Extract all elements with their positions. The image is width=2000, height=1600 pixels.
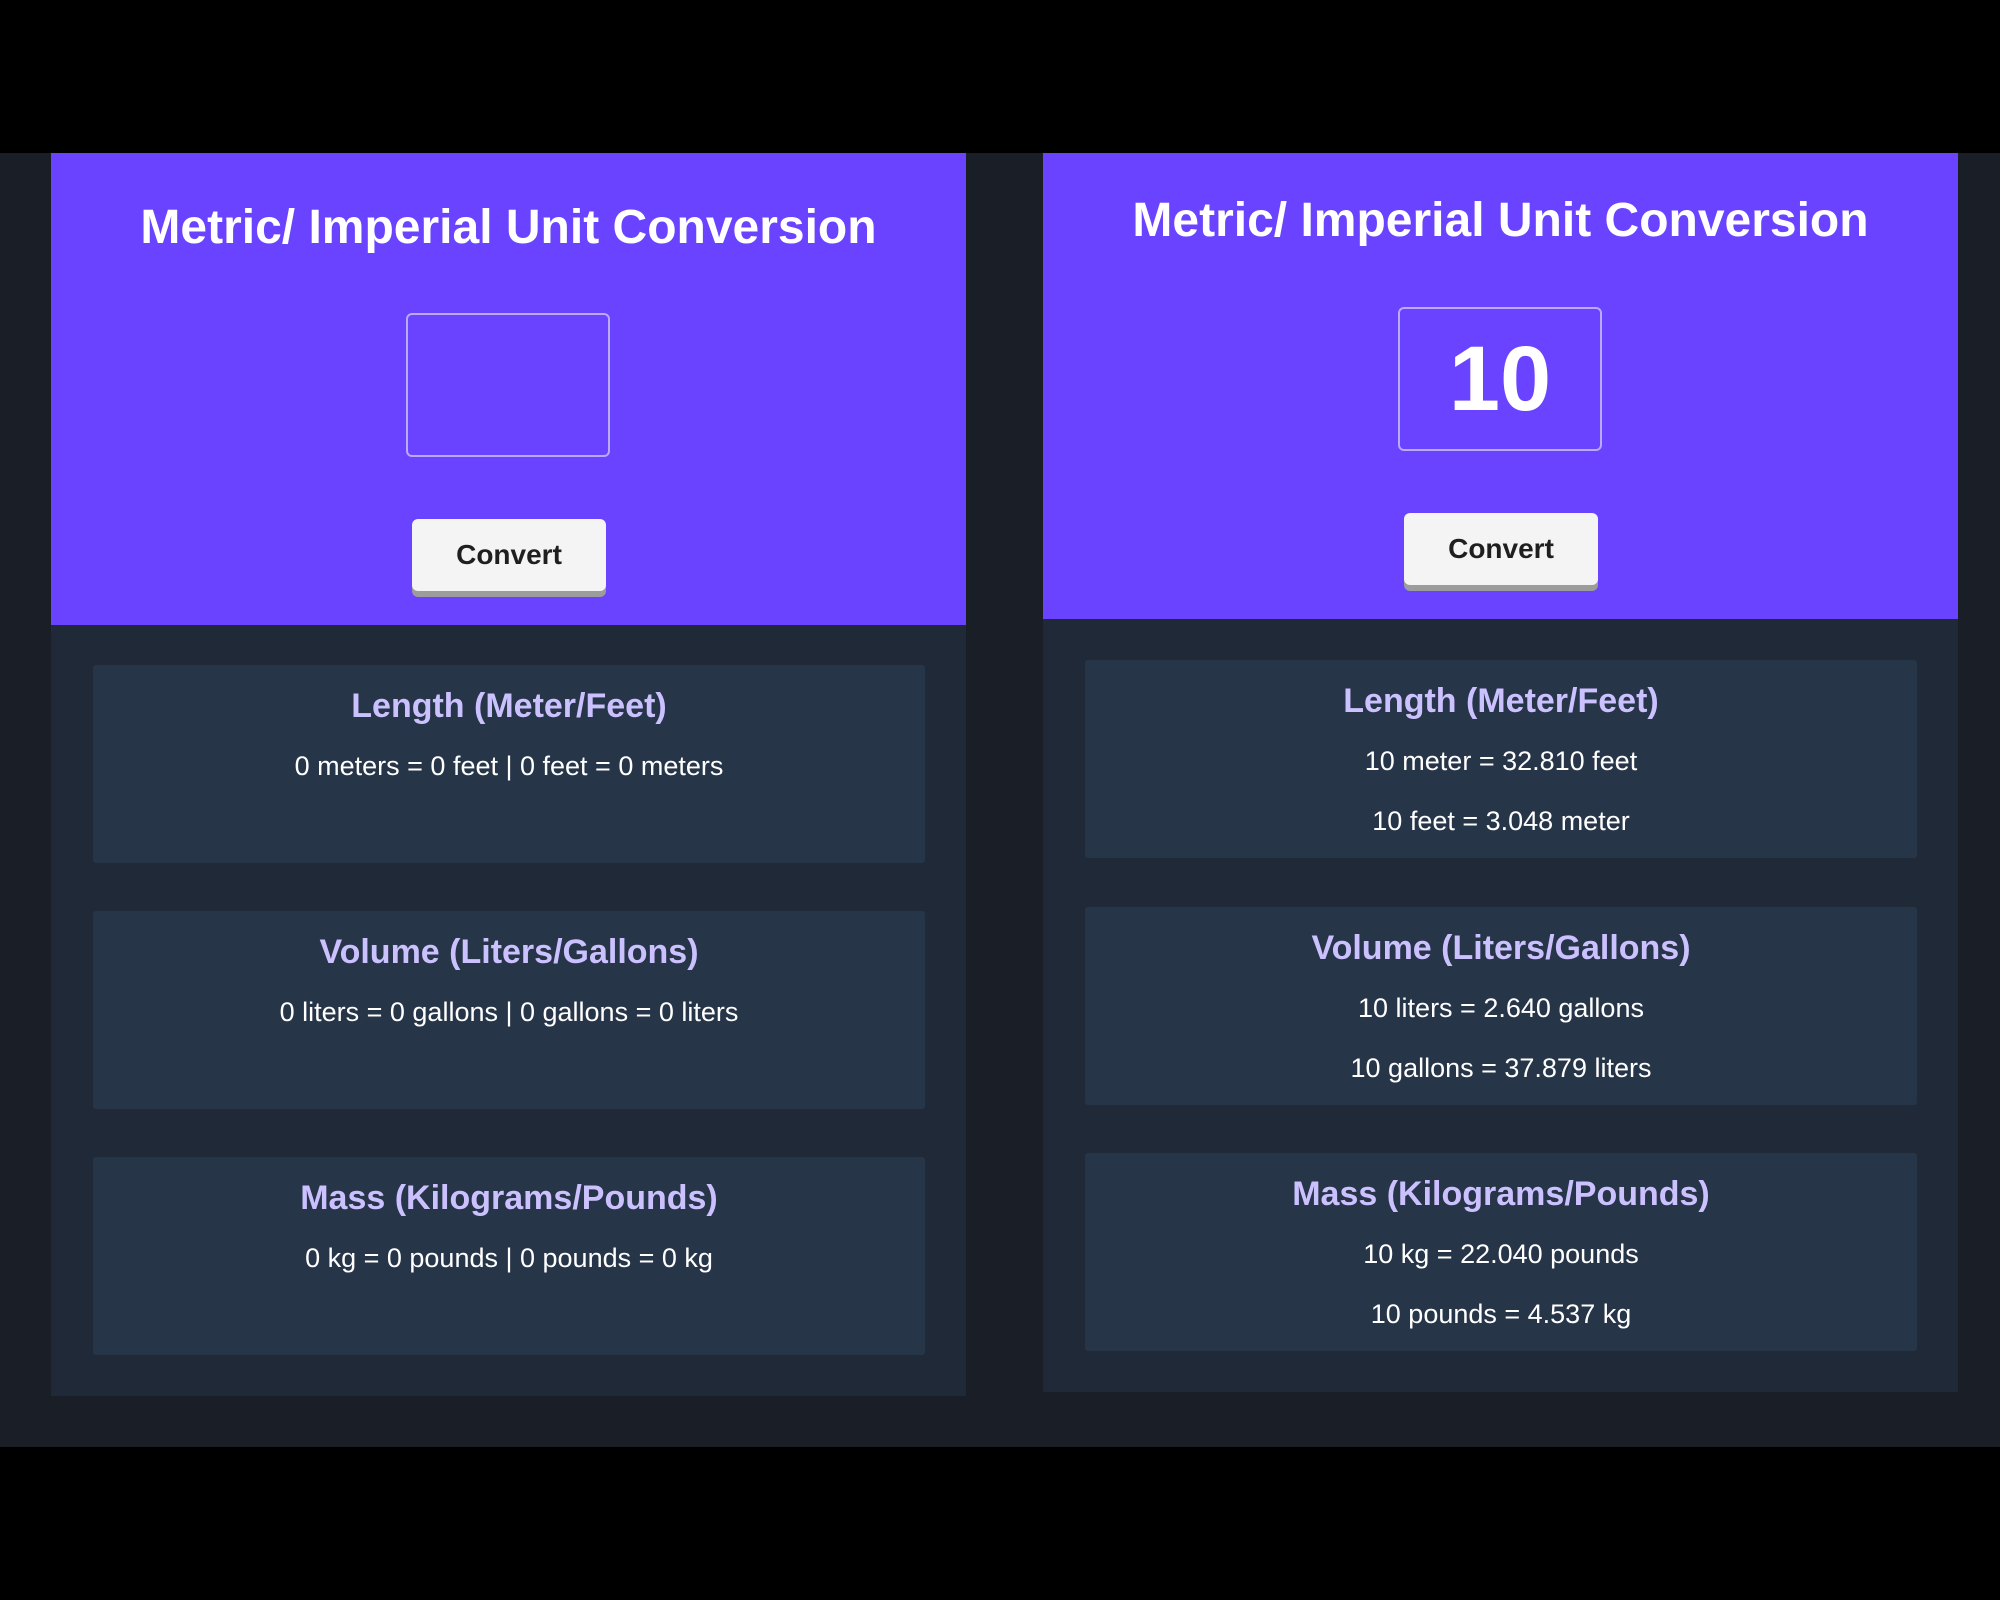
liters-to-gallons-result: 10 liters = 2.640 gallons	[1358, 993, 1644, 1023]
mass-result: 0 kg = 0 pounds | 0 pounds = 0 kg	[305, 1243, 713, 1273]
page-title: Metric/ Imperial Unit Conversion	[140, 201, 877, 254]
length-card-title: Length (Meter/Feet)	[1343, 682, 1659, 720]
volume-card-title: Volume (Liters/Gallons)	[1311, 929, 1691, 967]
mass-card: Mass (Kilograms/Pounds) 10 kg = 22.040 p…	[1085, 1153, 1917, 1351]
mass-card-title: Mass (Kilograms/Pounds)	[300, 1179, 718, 1217]
converter-panel-empty: Metric/ Imperial Unit Conversion Convert…	[51, 153, 966, 1396]
number-input[interactable]	[406, 313, 610, 457]
length-card-title: Length (Meter/Feet)	[351, 687, 667, 725]
mass-card-title: Mass (Kilograms/Pounds)	[1292, 1175, 1710, 1213]
length-card: Length (Meter/Feet) 0 meters = 0 feet | …	[93, 665, 925, 863]
pounds-to-kg-result: 10 pounds = 4.537 kg	[1370, 1299, 1632, 1329]
volume-result: 0 liters = 0 gallons | 0 gallons = 0 lit…	[279, 997, 739, 1027]
feet-to-meter-result: 10 feet = 3.048 meter	[1372, 806, 1630, 836]
mass-card: Mass (Kilograms/Pounds) 0 kg = 0 pounds …	[93, 1157, 925, 1355]
meter-to-feet-result: 10 meter = 32.810 feet	[1364, 746, 1638, 776]
convert-button[interactable]: Convert	[1404, 513, 1598, 585]
length-card: Length (Meter/Feet) 10 meter = 32.810 fe…	[1085, 660, 1917, 858]
kg-to-pounds-result: 10 kg = 22.040 pounds	[1363, 1239, 1639, 1269]
convert-button[interactable]: Convert	[412, 519, 606, 591]
volume-card: Volume (Liters/Gallons) 10 liters = 2.64…	[1085, 907, 1917, 1105]
volume-card: Volume (Liters/Gallons) 0 liters = 0 gal…	[93, 911, 925, 1109]
converter-header: Metric/ Imperial Unit Conversion Convert	[51, 153, 966, 625]
converter-panel-filled: Metric/ Imperial Unit Conversion Convert…	[1043, 153, 1958, 1392]
page-title: Metric/ Imperial Unit Conversion	[1132, 194, 1869, 247]
gallons-to-liters-result: 10 gallons = 37.879 liters	[1350, 1053, 1652, 1083]
volume-card-title: Volume (Liters/Gallons)	[319, 933, 699, 971]
number-input[interactable]	[1398, 307, 1602, 451]
length-result: 0 meters = 0 feet | 0 feet = 0 meters	[294, 751, 724, 781]
converter-header: Metric/ Imperial Unit Conversion Convert	[1043, 153, 1958, 619]
